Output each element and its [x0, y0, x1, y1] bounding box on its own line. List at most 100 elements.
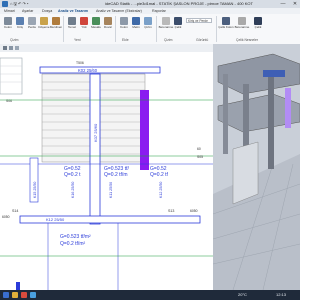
load-icon — [80, 17, 88, 25]
foundation-icon — [68, 17, 76, 25]
tab-ayarlar[interactable]: Ayarlar — [22, 9, 33, 13]
3d-model[interactable] — [213, 44, 300, 290]
kiris-button[interactable]: Kiriş — [14, 16, 26, 34]
dim-right: 60 — [197, 147, 201, 151]
corner-label: 6050 — [190, 209, 198, 213]
ribbon-toolbar: Kolon Kiriş Perde Döşeme Merdiven Temel … — [0, 14, 300, 45]
plan-view[interactable]: K02 25/60 T506 S06 K07 25/60 K15 25/50 K… — [0, 52, 213, 290]
tab-dosya[interactable]: Dosya — [42, 9, 52, 13]
load-g4: G=0.523 tf/m² — [60, 234, 91, 240]
column-add-icon — [120, 17, 128, 25]
metin-button[interactable]: Metin — [130, 16, 142, 34]
betonarme-button[interactable]: Betonarme — [159, 16, 173, 34]
text-icon — [132, 17, 140, 25]
window-title: ideCAD Statik - ...pie3d1mal - STATİK ŞA… — [105, 1, 253, 6]
stair-area-2[interactable] — [99, 73, 146, 163]
column-3d-purple[interactable] — [285, 88, 291, 128]
explorer-icon[interactable] — [12, 292, 18, 298]
beam-mid-label: K11 25/50 — [109, 182, 113, 198]
column-3d[interactable] — [268, 74, 274, 169]
column-purple[interactable] — [140, 90, 149, 170]
3d-view[interactable] — [213, 44, 300, 290]
element-filter-select[interactable]: Kiriş ve Perde — [186, 18, 212, 23]
column-3d[interactable] — [223, 74, 228, 154]
steel-column-icon — [222, 17, 230, 25]
steel-icon — [174, 17, 182, 25]
side-label-2: S05 — [197, 155, 203, 159]
concrete-2-icon — [238, 17, 246, 25]
masonry-wall-icon — [104, 17, 112, 25]
app-icon[interactable] — [2, 1, 8, 7]
tab-mimari[interactable]: Mimari — [4, 9, 15, 13]
properties-panel[interactable] — [0, 57, 23, 95]
load-q3: Q=0.2 tf — [150, 172, 169, 178]
beam-top[interactable] — [39, 66, 161, 74]
browser-icon[interactable] — [30, 292, 36, 298]
group-label-yeni: Yeni — [74, 38, 81, 42]
tab-analiz[interactable]: Analiz ve Tasarım — [58, 9, 88, 13]
kolon-ekle-button[interactable]: Kolon — [118, 16, 130, 34]
merdiven-button[interactable]: Merdiven — [50, 16, 62, 34]
distance-icon — [92, 17, 100, 25]
beam-icon — [16, 17, 24, 25]
group-label-cizim: Çizim — [10, 38, 19, 42]
stair-area[interactable] — [41, 73, 91, 163]
stairs-icon — [52, 17, 60, 25]
betonarme-2-button[interactable]: Betonarme — [235, 16, 249, 34]
celik-button[interactable]: Çelik — [172, 16, 184, 34]
minimize-button[interactable]: — — [278, 0, 288, 8]
beam-vertical-label: K07 25/60 — [93, 123, 98, 142]
start-icon[interactable] — [3, 292, 9, 298]
slab-icon — [40, 17, 48, 25]
beam-vertical[interactable] — [89, 73, 101, 225]
perde-button[interactable]: Perde — [26, 16, 38, 34]
beam-top-label: K02 25/60 — [78, 68, 98, 73]
close-button[interactable]: ✕ — [290, 0, 300, 8]
load-q2: Q=0.2 tf/m — [104, 172, 127, 178]
clock-text: 12:13 — [276, 292, 287, 297]
column-icon — [4, 17, 12, 25]
celik-kolon-button[interactable]: Çelik Kolon — [218, 16, 234, 34]
kolon-button[interactable]: Kolon — [2, 16, 14, 34]
beam-3d-blue[interactable] — [263, 70, 285, 77]
slab-label-2: S13 — [168, 209, 174, 213]
zoom-icon[interactable] — [9, 46, 13, 50]
drawing-icon — [144, 17, 152, 25]
ribbon-divider — [156, 16, 157, 42]
group-label-cizim-2: Çizim — [164, 38, 173, 42]
temel-button[interactable]: Temel — [66, 16, 78, 34]
beam-left-label-2: K16 25/50 — [71, 182, 75, 198]
mesafe-button[interactable]: Mesafe — [90, 16, 102, 34]
beam-right-label: K12 25/50 — [159, 182, 163, 198]
group-label-celik: Çelik Nesneler — [236, 38, 259, 42]
title-bar: ⌂ 🖫 ↶ ↷ ▾ ideCAD Statik - ...pie3d1mal -… — [0, 0, 300, 8]
taskbar: 20°C 12:13 — [0, 290, 300, 300]
tab-analiz-ekstra[interactable]: Analiz ve Tasarım (Ekstralar) — [96, 9, 142, 13]
steel-2-icon — [254, 17, 262, 25]
celik-2-button[interactable]: Çelik — [252, 16, 264, 34]
load-q1: Q=0.2 t — [64, 172, 81, 178]
tab-raporlar[interactable]: Raporlar — [152, 9, 166, 13]
doseme-button[interactable]: Döşeme — [38, 16, 50, 34]
beam-left-label-1: K15 25/50 — [33, 182, 37, 198]
yuk-button[interactable]: Yük — [78, 16, 90, 34]
plan-drawing[interactable]: K02 25/60 T506 S06 K07 25/60 K15 25/50 K… — [0, 52, 213, 290]
wall-3d[interactable] — [232, 141, 259, 205]
duvar-button[interactable]: Duvar — [102, 16, 114, 34]
group-label-ekle: Ekle — [122, 38, 129, 42]
left-corner-label: 6050 — [2, 215, 10, 219]
quick-access-toolbar[interactable]: ⌂ 🖫 ↶ ↷ ▾ — [10, 1, 28, 8]
weather-text: 20°C — [238, 292, 247, 297]
ribbon-divider — [216, 16, 217, 42]
select-icon[interactable] — [3, 46, 7, 50]
pan-icon[interactable] — [15, 46, 19, 50]
load-q4: Q=0.2 tf/m² — [60, 241, 85, 247]
cizim-button[interactable]: Çizim — [142, 16, 154, 34]
slab-label-1: S14 — [12, 209, 18, 213]
wall-icon — [28, 17, 36, 25]
column-marker[interactable] — [16, 282, 20, 290]
app-icon-taskbar[interactable] — [21, 292, 27, 298]
concrete-icon — [162, 17, 170, 25]
side-label-1: S06 — [6, 99, 12, 103]
beam-bottom-label: K12 25/50 — [46, 217, 65, 222]
